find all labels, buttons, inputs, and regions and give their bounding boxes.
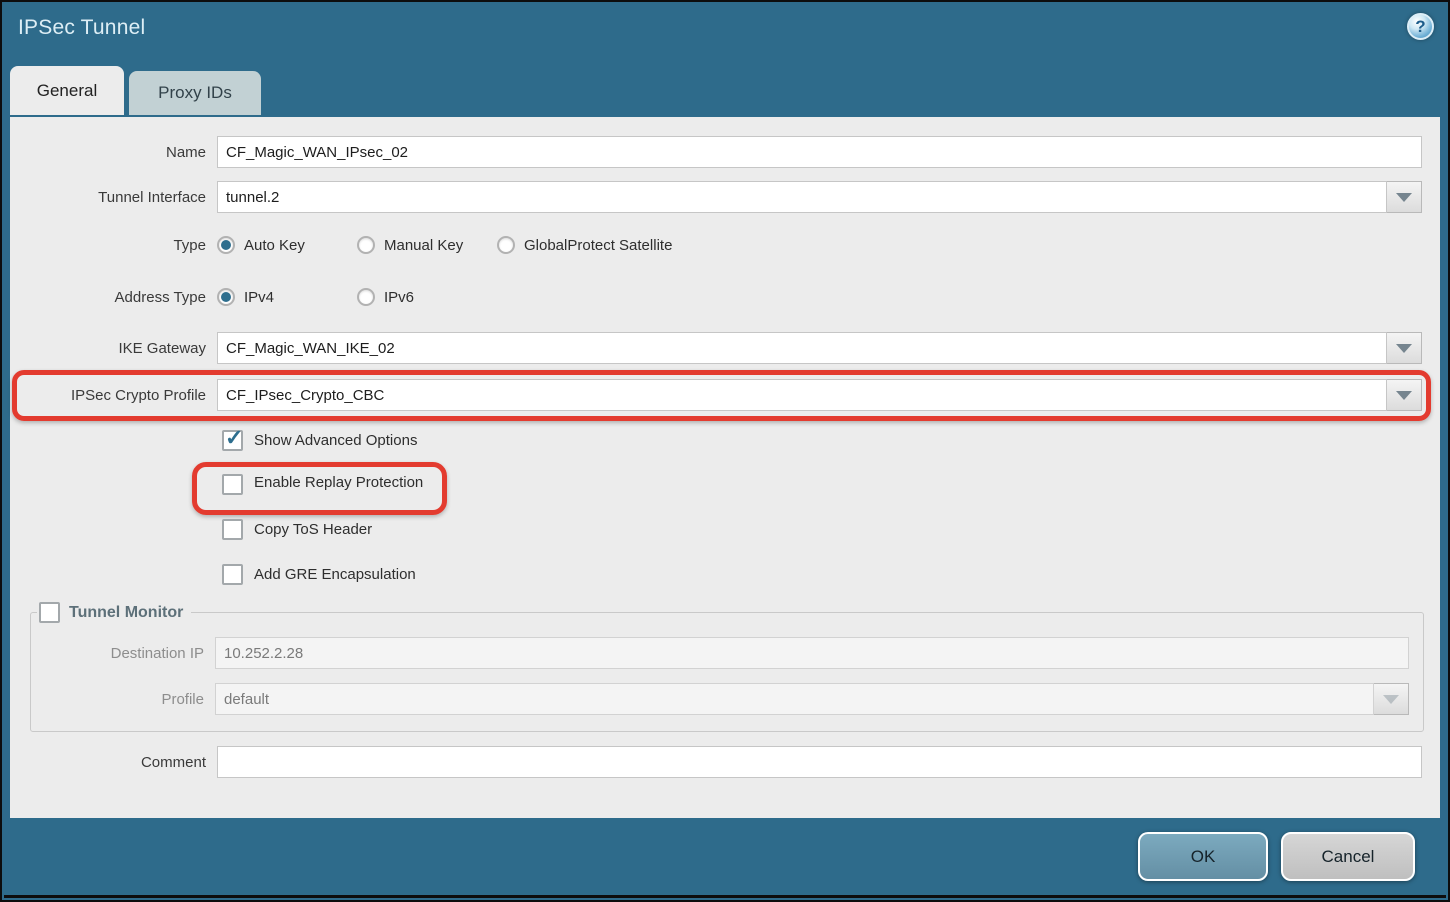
radio-label: Manual Key — [384, 237, 463, 254]
address-type-option-ipv4[interactable]: IPv4 — [217, 288, 357, 306]
show-advanced-options-checkbox[interactable] — [222, 430, 243, 451]
tunnel-interface-input[interactable] — [217, 181, 1387, 213]
profile-input — [215, 683, 1374, 715]
tunnel-monitor-checkbox[interactable] — [39, 602, 60, 623]
radio-globalprotect-satellite[interactable] — [497, 236, 515, 254]
destination-ip-input — [215, 637, 1409, 669]
type-row: Type Auto Key Manual Key GlobalProtect S… — [10, 233, 1440, 257]
comment-label: Comment — [10, 754, 217, 771]
destination-ip-row: Destination IP — [31, 637, 1409, 669]
radio-label: IPv4 — [244, 289, 274, 306]
ok-button[interactable]: OK — [1138, 832, 1268, 881]
ipsec-tunnel-dialog: IPSec Tunnel ? General Proxy IDs Name Tu… — [0, 0, 1450, 902]
add-gre-encapsulation-row: Add GRE Encapsulation — [10, 564, 1440, 585]
profile-label: Profile — [31, 691, 215, 708]
add-gre-encapsulation-checkbox[interactable] — [222, 564, 243, 585]
name-row: Name — [10, 136, 1440, 168]
comment-input[interactable] — [217, 746, 1422, 778]
ipsec-crypto-profile-row: IPSec Crypto Profile — [10, 379, 1440, 411]
tunnel-monitor-group: Tunnel Monitor Destination IP Profile — [30, 602, 1424, 732]
profile-dropdown-button — [1374, 683, 1409, 715]
checkbox-label: Enable Replay Protection — [254, 474, 423, 495]
profile-row: Profile — [31, 683, 1409, 715]
radio-label: IPv6 — [384, 289, 414, 306]
titlebar: IPSec Tunnel — [2, 2, 1448, 44]
address-type-option-ipv6[interactable]: IPv6 — [357, 288, 414, 306]
tab-general[interactable]: General — [10, 66, 124, 115]
tab-proxy-ids[interactable]: Proxy IDs — [129, 71, 261, 115]
checkbox-label: Show Advanced Options — [254, 432, 417, 449]
tunnel-interface-label: Tunnel Interface — [10, 189, 217, 206]
ike-gateway-row: IKE Gateway — [10, 332, 1440, 364]
ike-gateway-input[interactable] — [217, 332, 1387, 364]
comment-row: Comment — [10, 746, 1440, 778]
dialog-title: IPSec Tunnel — [18, 16, 145, 39]
destination-ip-label: Destination IP — [31, 645, 215, 662]
tunnel-interface-dropdown-button[interactable] — [1387, 181, 1422, 213]
dialog-chrome: IPSec Tunnel ? General Proxy IDs — [2, 2, 1448, 115]
radio-ipv4[interactable] — [217, 288, 235, 306]
enable-replay-protection-checkbox[interactable] — [222, 474, 243, 495]
type-option-globalprotect-satellite[interactable]: GlobalProtect Satellite — [497, 236, 672, 254]
chevron-down-icon — [1396, 344, 1412, 353]
copy-tos-header-row: Copy ToS Header — [10, 519, 1440, 540]
tunnel-interface-row: Tunnel Interface — [10, 181, 1440, 213]
type-option-auto-key[interactable]: Auto Key — [217, 236, 357, 254]
tunnel-monitor-label: Tunnel Monitor — [69, 604, 183, 622]
radio-auto-key[interactable] — [217, 236, 235, 254]
tunnel-monitor-legend: Tunnel Monitor — [37, 602, 191, 623]
cancel-button[interactable]: Cancel — [1281, 832, 1415, 881]
ike-gateway-label: IKE Gateway — [10, 340, 217, 357]
help-icon[interactable]: ? — [1407, 13, 1434, 40]
ipsec-crypto-profile-label: IPSec Crypto Profile — [10, 387, 217, 404]
ipsec-crypto-profile-dropdown-button[interactable] — [1387, 379, 1422, 411]
name-label: Name — [10, 144, 217, 161]
type-option-manual-key[interactable]: Manual Key — [357, 236, 497, 254]
dialog-footer: OK Cancel — [4, 818, 1446, 898]
enable-replay-protection-row: Enable Replay Protection — [10, 474, 1440, 495]
address-type-label: Address Type — [10, 289, 217, 306]
checkbox-label: Copy ToS Header — [254, 521, 372, 538]
general-tab-panel: Name Tunnel Interface Type Auto Key Manu… — [10, 117, 1440, 822]
replay-protection-highlight: Enable Replay Protection — [222, 474, 423, 495]
checkbox-label: Add GRE Encapsulation — [254, 566, 416, 583]
ipsec-crypto-profile-input[interactable] — [217, 379, 1387, 411]
tab-bar: General Proxy IDs — [2, 66, 1448, 115]
ike-gateway-dropdown-button[interactable] — [1387, 332, 1422, 364]
chevron-down-icon — [1396, 391, 1412, 400]
copy-tos-header-checkbox[interactable] — [222, 519, 243, 540]
radio-ipv6[interactable] — [357, 288, 375, 306]
address-type-row: Address Type IPv4 IPv6 — [10, 285, 1440, 309]
radio-manual-key[interactable] — [357, 236, 375, 254]
name-input[interactable] — [217, 136, 1422, 168]
radio-label: GlobalProtect Satellite — [524, 237, 672, 254]
type-label: Type — [10, 237, 217, 254]
show-advanced-options-row: Show Advanced Options — [10, 430, 1440, 451]
chevron-down-icon — [1396, 193, 1412, 202]
radio-label: Auto Key — [244, 237, 305, 254]
chevron-down-icon — [1383, 695, 1399, 704]
